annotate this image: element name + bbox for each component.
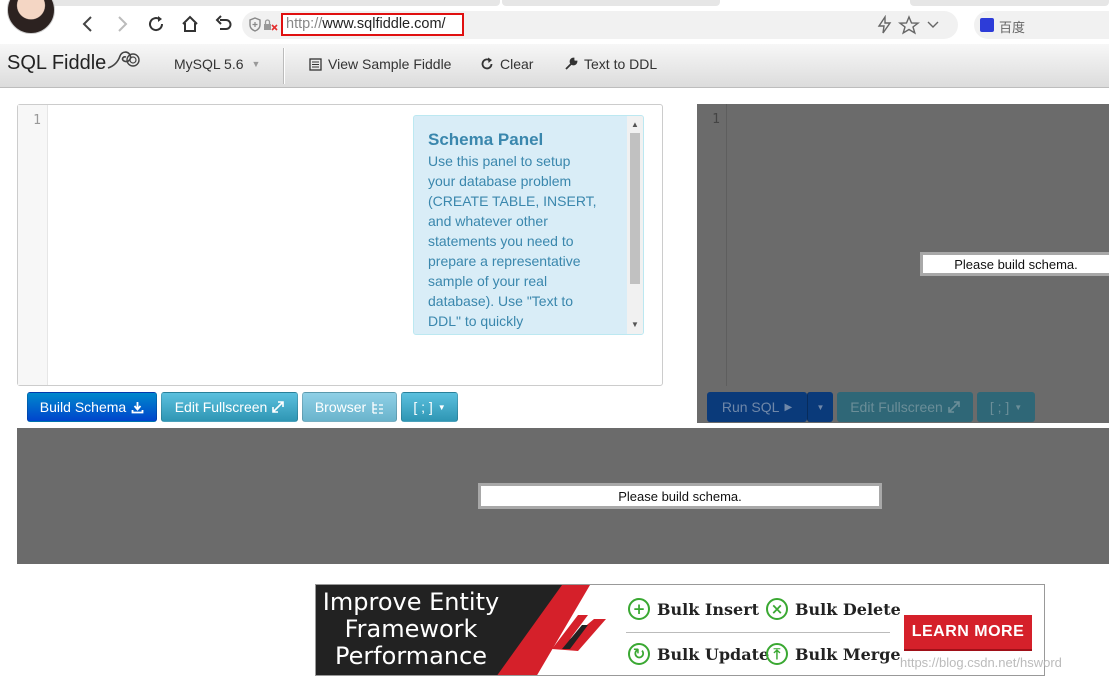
- x-circle-icon: ×: [766, 598, 788, 620]
- db-version-label: MySQL 5.6: [174, 56, 244, 72]
- tree-icon: [372, 401, 384, 414]
- ad-feature-bulk-delete: × Bulk Delete: [766, 598, 901, 620]
- run-sql-options-dropdown[interactable]: ▼: [807, 392, 833, 422]
- line-number: 1: [712, 112, 720, 127]
- schema-delimiter-label: [ ; ]: [413, 399, 433, 415]
- line-number: 1: [33, 113, 41, 128]
- user-avatar[interactable]: [7, 0, 55, 34]
- baidu-paw-icon: [980, 18, 994, 32]
- text-to-ddl-label: Text to DDL: [584, 56, 658, 72]
- db-version-dropdown[interactable]: MySQL 5.6 ▼: [174, 56, 260, 72]
- sql-delimiter-label: [ ; ]: [989, 399, 1010, 415]
- help-title: Schema Panel: [428, 130, 544, 149]
- caret-down-icon: ▼: [437, 402, 446, 412]
- results-status-text: Please build schema.: [618, 488, 742, 504]
- ad-brand-logo-icon: [552, 615, 606, 651]
- refresh-icon: [481, 57, 493, 70]
- browser-tab[interactable]: [502, 0, 720, 6]
- view-sample-fiddle-button[interactable]: View Sample Fiddle: [309, 56, 451, 72]
- results-panel: Please build schema.: [17, 428, 1109, 564]
- brand-name[interactable]: SQL Fiddle: [7, 52, 106, 75]
- browser-chrome: http://www.sqlfiddle.com/ 百度: [0, 0, 1109, 44]
- clear-button[interactable]: Clear: [480, 56, 533, 72]
- back-icon[interactable]: [76, 12, 100, 36]
- watermark-text: https://blog.csdn.net/hsword: [900, 655, 1062, 670]
- ad-feature-label: Bulk Merge: [795, 644, 901, 664]
- run-sql-label: Run SQL: [721, 399, 780, 415]
- forward-icon[interactable]: [110, 12, 134, 36]
- play-icon: ▶: [784, 401, 793, 413]
- scroll-thumb[interactable]: [630, 133, 640, 284]
- search-engine-label: 百度: [999, 20, 1026, 35]
- run-sql-button[interactable]: Run SQL ▶: [707, 392, 807, 422]
- ad-feature-bulk-insert: + Bulk Insert: [628, 598, 759, 620]
- ad-headline: Improve Entity Framework Performance: [316, 589, 506, 670]
- build-schema-label: Build Schema: [39, 399, 127, 415]
- query-status-text: Please build schema.: [954, 256, 1078, 272]
- scroll-up-icon[interactable]: ▲: [627, 118, 643, 132]
- expand-icon: [947, 401, 960, 413]
- url-host: www.sqlfiddle.com/: [322, 16, 446, 32]
- help-scrollbar[interactable]: ▲ ▼: [627, 116, 643, 334]
- undo-close-tab-icon[interactable]: [212, 12, 236, 36]
- caret-down-icon: ▼: [1014, 402, 1023, 412]
- ad-feature-label: Bulk Update: [657, 644, 770, 664]
- sql-delimiter-dropdown[interactable]: [ ; ] ▼: [977, 392, 1035, 422]
- edit-fullscreen-label: Edit Fullscreen: [174, 399, 268, 415]
- query-panel: 1 Please build schema. Run SQL ▶ ▼ Edit …: [697, 104, 1109, 423]
- merge-circle-icon: ⤒: [766, 643, 788, 665]
- learn-more-button[interactable]: LEARN MORE: [904, 615, 1032, 649]
- reload-icon[interactable]: [144, 12, 168, 36]
- results-status-message: Please build schema.: [478, 483, 882, 509]
- ad-feature-bulk-merge: ⤒ Bulk Merge: [766, 643, 901, 665]
- fiddle-logo-icon: [107, 51, 140, 69]
- sql-edit-fullscreen-button[interactable]: Edit Fullscreen: [837, 392, 973, 422]
- view-sample-label: View Sample Fiddle: [328, 56, 452, 72]
- schema-delimiter-dropdown[interactable]: [ ; ] ▼: [401, 392, 458, 422]
- browser-tab[interactable]: [50, 0, 500, 6]
- ad-headline-line: Framework: [344, 615, 478, 643]
- list-icon: [309, 57, 322, 71]
- text-to-ddl-button[interactable]: Text to DDL: [564, 56, 657, 72]
- url-protocol: http://: [286, 16, 323, 32]
- help-text: Use this panel to setup your database pr…: [428, 153, 597, 329]
- ad-divider: [626, 632, 890, 633]
- download-icon: [131, 401, 144, 413]
- line-number-gutter: 1: [18, 105, 48, 385]
- tab-strip: [0, 0, 1109, 6]
- browser-label: Browser: [314, 399, 367, 415]
- address-bar-actions: [875, 14, 945, 35]
- browser-tab[interactable]: [910, 0, 1109, 6]
- ad-feature-label: Bulk Delete: [795, 599, 901, 619]
- ad-feature-label: Bulk Insert: [657, 599, 760, 619]
- home-icon[interactable]: [178, 12, 202, 36]
- edit-fullscreen-button[interactable]: Edit Fullscreen: [161, 392, 298, 422]
- wrench-icon: [565, 57, 578, 70]
- schema-help-panel: Schema Panel Use this panel to setup you…: [413, 115, 644, 335]
- security-status-icon[interactable]: [248, 16, 280, 34]
- ad-headline-line: Improve Entity: [322, 588, 500, 616]
- search-engine-box[interactable]: 百度: [974, 11, 1109, 39]
- expand-icon: [272, 401, 285, 413]
- build-schema-button[interactable]: Build Schema: [27, 392, 157, 422]
- caret-down-icon: ▼: [816, 402, 825, 412]
- clear-label: Clear: [500, 56, 534, 72]
- line-number-gutter: 1: [697, 104, 727, 386]
- sql-edit-fullscreen-label: Edit Fullscreen: [850, 399, 943, 415]
- toolbar-divider: [283, 48, 284, 84]
- browser-button[interactable]: Browser: [302, 392, 397, 422]
- scroll-down-icon[interactable]: ▼: [627, 318, 643, 332]
- schema-editor[interactable]: 1 Schema Panel Use this panel to setup y…: [17, 104, 663, 386]
- caret-down-icon: ▼: [251, 59, 261, 69]
- app-toolbar: SQL Fiddle MySQL 5.6 ▼ View Sample Fiddl…: [0, 44, 1109, 88]
- ad-headline-line: Performance: [334, 642, 488, 670]
- url-field[interactable]: http://www.sqlfiddle.com/: [281, 13, 464, 36]
- ad-feature-bulk-update: ↻ Bulk Update: [628, 643, 769, 665]
- query-status-message: Please build schema.: [920, 252, 1109, 276]
- plus-circle-icon: +: [628, 598, 650, 620]
- refresh-circle-icon: ↻: [628, 643, 650, 665]
